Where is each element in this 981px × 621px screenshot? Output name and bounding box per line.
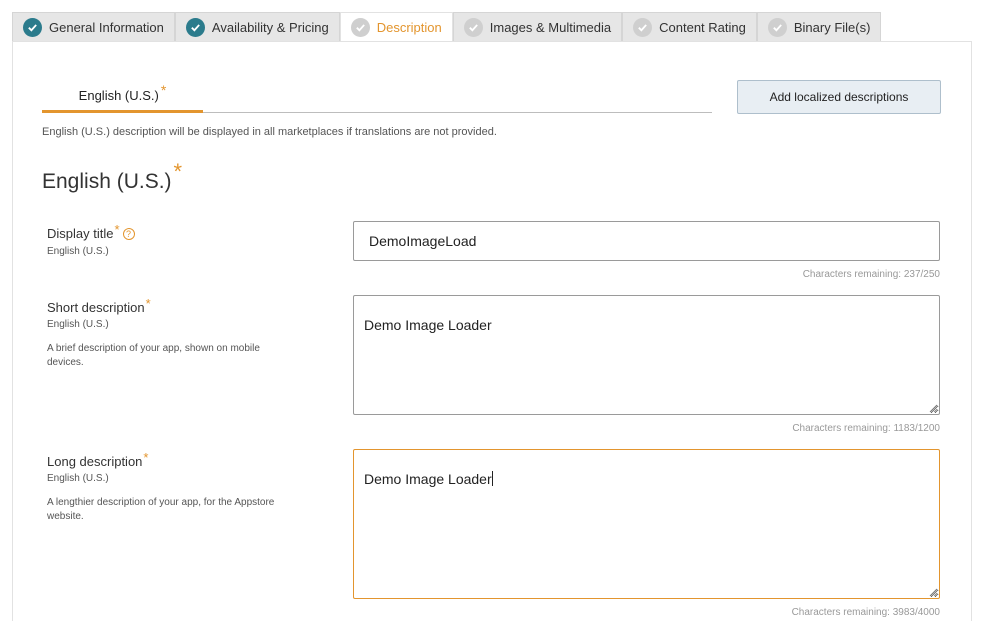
translation-note: English (U.S.) description will be displ… <box>42 126 497 138</box>
required-mark: * <box>173 159 183 184</box>
short-description-textarea[interactable]: Demo Image Loader <box>353 295 940 415</box>
tab-label: Images & Multimedia <box>489 20 612 35</box>
resize-grip-icon[interactable] <box>929 588 938 597</box>
tab-images-multimedia[interactable]: Images & Multimedia <box>452 12 623 42</box>
tab-label: General Information <box>49 20 164 35</box>
tab-availability-pricing[interactable]: Availability & Pricing <box>174 12 340 42</box>
language-tab-strip: English (U.S.) * <box>42 80 712 113</box>
tab-label: Availability & Pricing <box>211 20 329 35</box>
help-icon[interactable]: ? <box>122 228 135 240</box>
required-mark: * <box>160 82 167 98</box>
display-title-label-text: Display title <box>47 226 114 241</box>
display-title-locale: English (U.S.) <box>47 246 109 257</box>
required-mark: * <box>145 296 151 311</box>
required-mark: * <box>114 222 120 237</box>
tab-general-information[interactable]: General Information <box>12 12 175 42</box>
long-description-value: Demo Image Loader <box>364 471 492 487</box>
short-description-label-text: Short description <box>47 300 145 315</box>
check-icon <box>185 18 205 37</box>
section-title: English (U.S.)* <box>42 159 182 194</box>
required-mark: * <box>143 450 149 465</box>
short-description-value: Demo Image Loader <box>364 317 492 333</box>
long-description-chars-remaining: Characters remaining: 3983/4000 <box>791 607 940 618</box>
short-description-chars-remaining: Characters remaining: 1183/1200 <box>792 423 940 434</box>
short-description-label: Short description* <box>47 296 151 315</box>
add-localized-descriptions-button[interactable]: Add localized descriptions <box>737 80 941 114</box>
tab-label: Description <box>376 20 442 35</box>
tab-binary-files[interactable]: Binary File(s) <box>756 12 882 42</box>
check-icon <box>350 18 370 37</box>
check-icon <box>23 18 42 37</box>
long-description-label: Long description* <box>47 450 148 469</box>
tab-description[interactable]: Description <box>339 12 453 42</box>
tab-english-us[interactable]: English (U.S.) * <box>42 80 203 113</box>
check-icon <box>633 18 653 37</box>
short-description-locale: English (U.S.) <box>47 319 109 330</box>
display-title-value: DemoImageLoad <box>369 233 477 249</box>
display-title-input[interactable]: DemoImageLoad <box>353 221 940 261</box>
step-tabs: General Information Availability & Prici… <box>12 12 882 42</box>
resize-grip-icon[interactable] <box>929 404 938 413</box>
text-cursor <box>491 471 493 486</box>
section-title-text: English (U.S.) <box>42 170 172 193</box>
long-description-label-text: Long description <box>47 454 143 469</box>
long-description-textarea[interactable]: Demo Image Loader <box>353 449 940 599</box>
check-icon <box>767 18 787 37</box>
long-description-locale: English (U.S.) <box>47 473 109 484</box>
check-icon <box>463 18 483 37</box>
display-title-chars-remaining: Characters remaining: 237/250 <box>802 269 940 280</box>
language-tab-label: English (U.S.) <box>78 87 159 103</box>
short-description-help-text: A brief description of your app, shown o… <box>47 343 260 368</box>
tab-label: Content Rating <box>659 20 746 35</box>
display-title-label: Display title*? <box>47 222 135 241</box>
long-description-help-text: A lengthier description of your app, for… <box>47 497 275 522</box>
tab-label: Binary File(s) <box>793 20 871 35</box>
tab-content-rating[interactable]: Content Rating <box>622 12 757 42</box>
